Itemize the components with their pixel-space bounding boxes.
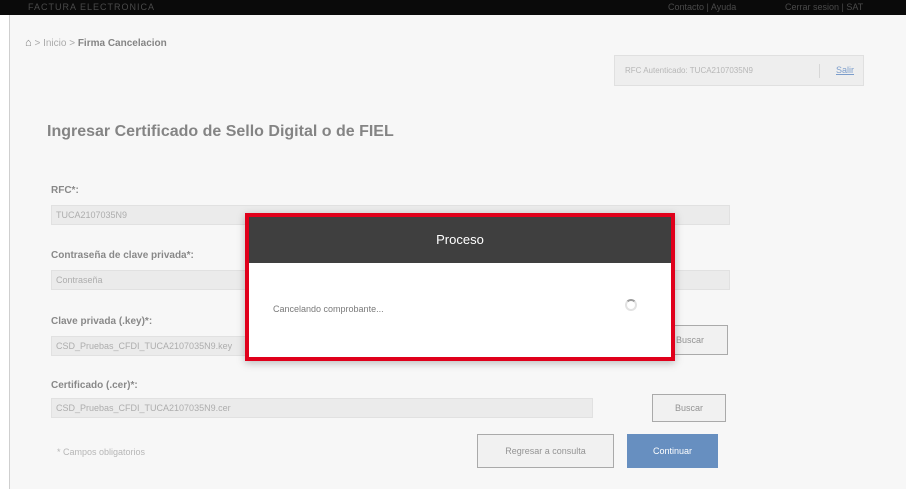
modal-message: Cancelando comprobante... <box>273 304 384 314</box>
loading-spinner-icon <box>625 299 637 311</box>
modal-title: Proceso <box>249 217 671 263</box>
top-bar: FACTURA ELECTRONICA Contacto | Ayuda Cer… <box>0 0 906 15</box>
session-link[interactable]: Cerrar sesion | SAT <box>785 2 863 12</box>
contact-link[interactable]: Contacto | Ayuda <box>668 2 736 12</box>
process-modal: Proceso Cancelando comprobante... <box>245 213 675 361</box>
brand-text: FACTURA ELECTRONICA <box>28 2 156 12</box>
